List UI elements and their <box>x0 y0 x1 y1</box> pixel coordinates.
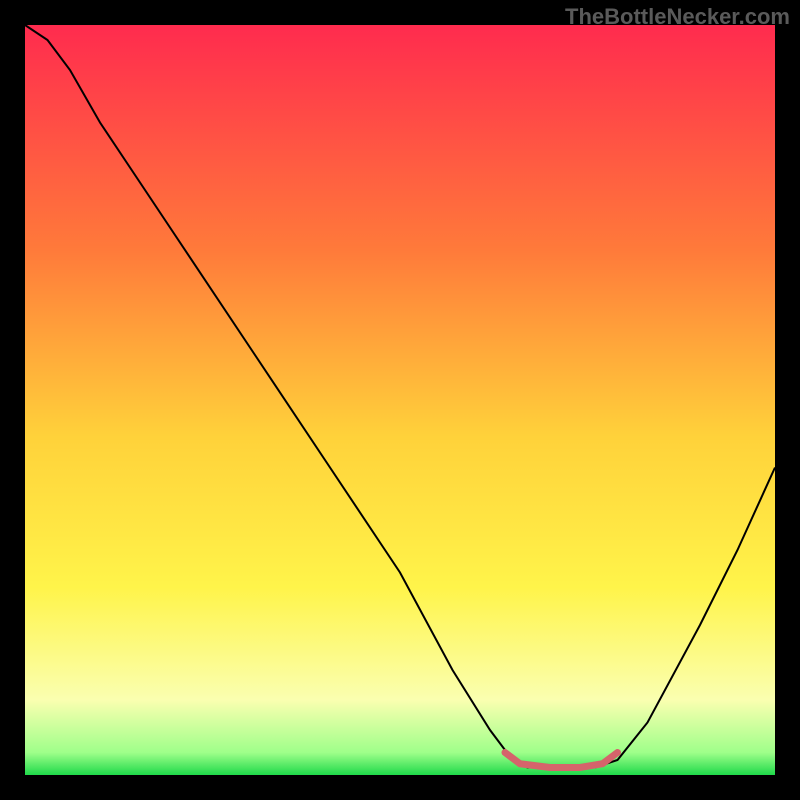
gradient-background <box>25 25 775 775</box>
chart-plot-area <box>25 25 775 775</box>
chart-svg <box>25 25 775 775</box>
watermark-text: TheBottleNecker.com <box>565 4 790 30</box>
